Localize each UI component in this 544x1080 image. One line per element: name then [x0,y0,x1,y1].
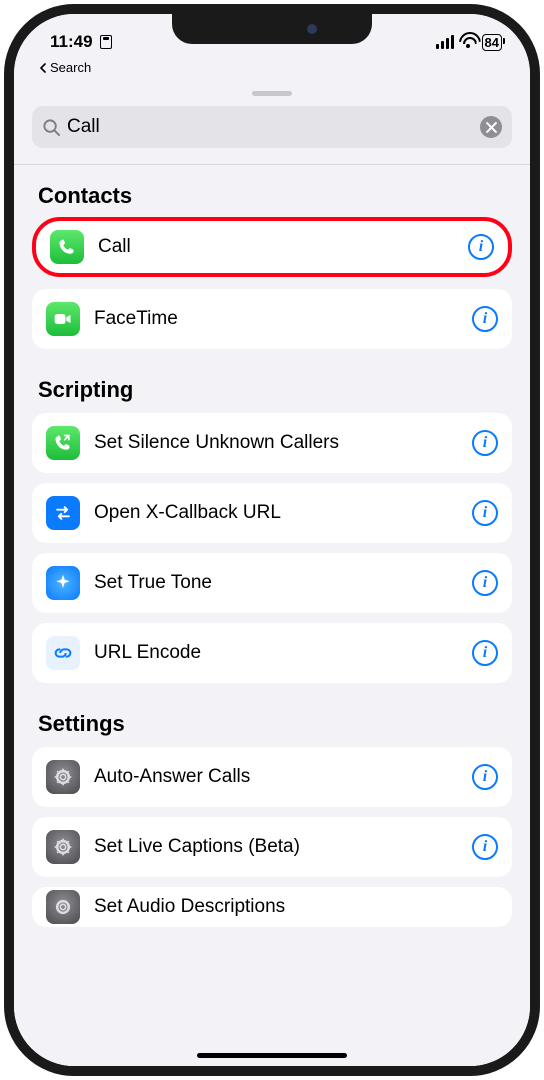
action-row-urlencode[interactable]: URL Encode i [32,623,512,683]
section-header-contacts: Contacts [32,165,512,219]
section-header-settings: Settings [32,693,512,747]
wifi-icon [459,35,477,49]
info-button[interactable]: i [472,764,498,790]
gear-icon [46,830,80,864]
action-label: Set True Tone [94,572,458,594]
link-icon [46,636,80,670]
clear-search-button[interactable] [480,116,502,138]
action-row-silence-callers[interactable]: Set Silence Unknown Callers i [32,413,512,473]
swap-icon [46,496,80,530]
phone-icon [50,230,84,264]
info-button[interactable]: i [472,430,498,456]
info-button[interactable]: i [472,500,498,526]
action-row-autoanswer[interactable]: Auto-Answer Calls i [32,747,512,807]
back-label: Search [50,60,91,75]
battery-indicator: 84 [482,34,502,51]
action-row-xcallback[interactable]: Open X-Callback URL i [32,483,512,543]
info-button[interactable]: i [472,306,498,332]
action-label: Open X-Callback URL [94,502,458,524]
action-row-audiodesc[interactable]: Set Audio Descriptions [32,887,512,927]
info-button[interactable]: i [468,234,494,260]
close-icon [486,122,497,133]
action-label: FaceTime [94,308,458,330]
action-label: Call [98,236,454,258]
info-button[interactable]: i [472,834,498,860]
action-label: Set Audio Descriptions [94,896,498,918]
action-row-facetime[interactable]: FaceTime i [32,289,512,349]
notch [172,14,372,44]
chevron-left-icon [38,63,48,73]
info-button[interactable]: i [472,570,498,596]
facetime-icon [46,302,80,336]
action-row-call[interactable]: Call i [32,217,512,277]
cellular-signal-icon [436,35,454,49]
info-button[interactable]: i [472,640,498,666]
action-label: URL Encode [94,642,458,664]
sheet-grabber[interactable] [252,91,292,96]
phone-frame: 11:49 84 Search Call [4,4,540,1076]
action-label: Set Live Captions (Beta) [94,836,458,858]
sparkle-icon [46,566,80,600]
home-indicator[interactable] [197,1053,347,1058]
search-input[interactable]: Call [32,106,512,148]
status-time: 11:49 [50,32,93,52]
action-label: Auto-Answer Calls [94,766,458,788]
search-icon [42,118,61,137]
section-header-scripting: Scripting [32,359,512,413]
phone-incoming-icon [46,426,80,460]
gear-icon [46,760,80,794]
gear-icon [46,890,80,924]
action-label: Set Silence Unknown Callers [94,432,458,454]
search-value: Call [67,116,474,138]
action-row-truetone[interactable]: Set True Tone i [32,553,512,613]
action-row-livecaptions[interactable]: Set Live Captions (Beta) i [32,817,512,877]
orientation-lock-icon [100,35,112,49]
back-to-search-button[interactable]: Search [14,56,530,85]
